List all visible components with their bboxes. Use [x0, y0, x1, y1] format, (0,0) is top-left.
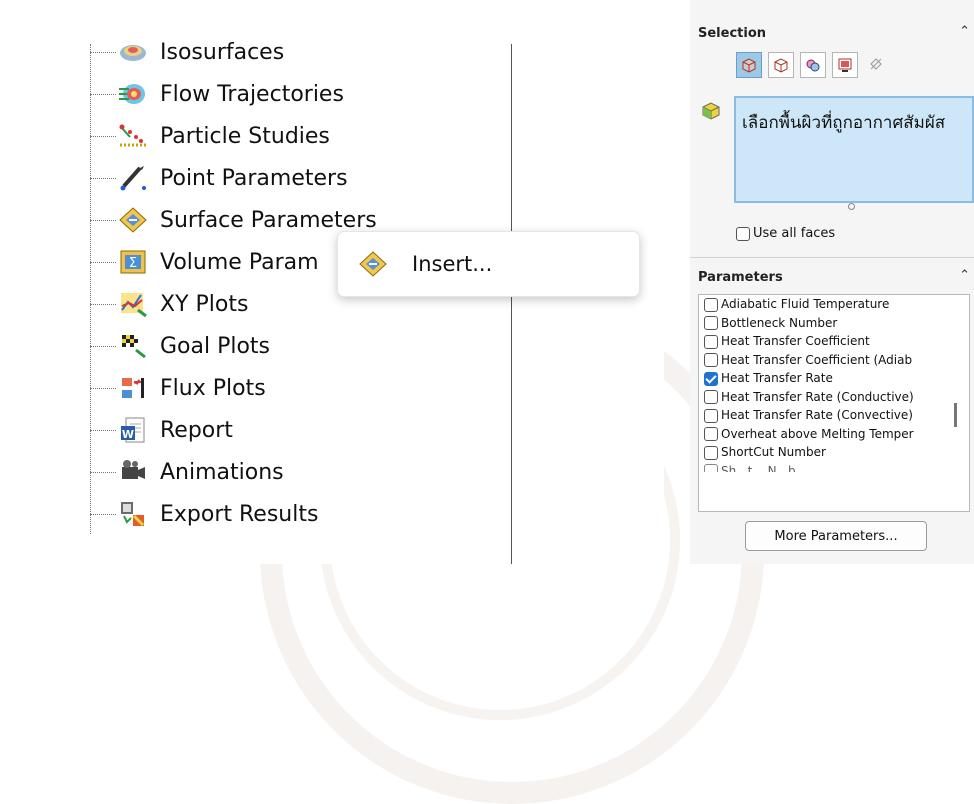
tree-item-label: Point Parameters	[160, 165, 348, 191]
parameters-list: Adiabatic Fluid Temperature Bottleneck N…	[698, 294, 970, 512]
flow-trajectories-icon	[116, 79, 150, 109]
parameter-item[interactable]: Heat Transfer Rate (Convective)	[699, 406, 969, 425]
tree-item-goal-plots[interactable]: Goal Plots	[90, 326, 270, 366]
parameter-item[interactable]: Adiabatic Fluid Temperature	[699, 295, 969, 314]
context-menu: Insert...	[337, 231, 640, 297]
tree-item-label: Goal Plots	[160, 333, 271, 359]
panel-divider	[511, 44, 512, 564]
selection-filters	[736, 52, 888, 78]
parameter-item[interactable]: Heat Transfer Coefficient	[699, 332, 969, 351]
report-icon: W	[116, 415, 150, 445]
xy-plots-icon	[116, 289, 150, 319]
svg-text:W: W	[122, 428, 134, 441]
parameter-item[interactable]: Bottleneck Number	[699, 314, 969, 333]
tree-item-label: Surface Parameters	[160, 207, 377, 233]
tree-item-point-parameters[interactable]: Point Parameters	[90, 158, 348, 198]
particle-studies-icon	[116, 121, 150, 151]
tree-item-label: Particle Studies	[160, 123, 330, 149]
context-menu-insert[interactable]: Insert...	[412, 252, 492, 276]
section-divider	[690, 257, 974, 258]
point-parameters-icon	[116, 163, 150, 193]
tree-item-label: Flow Trajectories	[160, 81, 344, 107]
tree-item-surface-parameters[interactable]: Surface Parameters	[90, 200, 377, 240]
tree-item-label: Report	[160, 417, 233, 443]
selected-faces-box[interactable]: เลือกพื้นผิวที่ถูกอากาศสัมผัส	[734, 96, 974, 203]
tree-item-isosurfaces[interactable]: Isosurfaces	[90, 32, 284, 72]
flux-plots-icon	[116, 373, 150, 403]
resize-grip-icon[interactable]	[848, 203, 855, 210]
property-manager: Selection ⌃ เลือกพื้นผิวที่ถูกอากาศสัมผั…	[690, 0, 974, 564]
tree-item-report[interactable]: W Report	[90, 410, 233, 450]
parameter-item[interactable]: Overheat above Melting Temper	[699, 425, 969, 444]
tree-item-volume-parameters[interactable]: Σ Volume Param	[90, 242, 319, 282]
component-filter-icon[interactable]	[800, 52, 826, 78]
selected-faces-text: เลือกพื้นผิวที่ถูกอากาศสัมผัส	[742, 113, 946, 133]
tree-item-flux-plots[interactable]: Flux Plots	[90, 368, 266, 408]
parameters-section-title: Parameters	[698, 270, 783, 285]
tree-item-flow-trajectories[interactable]: Flow Trajectories	[90, 74, 344, 114]
parameter-item[interactable]: Heat Transfer Rate	[699, 369, 969, 388]
use-all-faces-label: Use all faces	[753, 226, 836, 241]
export-results-icon	[116, 499, 150, 529]
tree-item-animations[interactable]: Animations	[90, 452, 284, 492]
tree-item-label: Isosurfaces	[160, 39, 285, 65]
parameter-item[interactable]: Heat Transfer Rate (Conductive)	[699, 388, 969, 407]
svg-text:Σ: Σ	[129, 256, 137, 271]
results-feature-tree: Isosurfaces Flow Trajectories Particle S…	[8, 40, 664, 564]
surface-parameters-icon	[356, 247, 390, 281]
selection-section-title: Selection	[698, 26, 767, 41]
parameter-item[interactable]: Heat Transfer Coefficient (Adiab	[699, 351, 969, 370]
face-filter-icon[interactable]	[736, 52, 762, 78]
tree-item-label: XY Plots	[160, 291, 249, 317]
more-parameters-button[interactable]: More Parameters...	[745, 521, 927, 551]
parameter-item[interactable]: ShortCut Number	[699, 443, 969, 462]
goal-plots-icon	[116, 331, 150, 361]
clear-filter-icon[interactable]	[864, 52, 888, 76]
parameter-item[interactable]: Sh...t... N...b...	[699, 462, 969, 472]
solid-filter-icon[interactable]	[832, 52, 858, 78]
tree-item-label: Export Results	[160, 501, 319, 527]
volume-parameters-icon: Σ	[116, 247, 150, 277]
use-all-faces-checkbox[interactable]: Use all faces	[736, 226, 835, 241]
tree-item-export-results[interactable]: Export Results	[90, 494, 318, 534]
collapse-selection-icon[interactable]: ⌃	[959, 24, 970, 39]
tree-item-particle-studies[interactable]: Particle Studies	[90, 116, 330, 156]
tree-item-label: Animations	[160, 459, 284, 485]
tree-item-label: Volume Param	[160, 249, 319, 275]
collapse-parameters-icon[interactable]: ⌃	[959, 268, 970, 283]
body-filter-icon[interactable]	[768, 52, 794, 78]
tree-item-label: Flux Plots	[160, 375, 266, 401]
isosurfaces-icon	[116, 37, 150, 67]
face-selection-icon	[700, 100, 722, 126]
checkbox-icon[interactable]	[736, 226, 750, 241]
surface-parameters-icon	[116, 205, 150, 235]
animations-icon	[116, 457, 150, 487]
tree-item-xy-plots[interactable]: XY Plots	[90, 284, 248, 324]
list-scrollbar[interactable]	[954, 403, 957, 427]
